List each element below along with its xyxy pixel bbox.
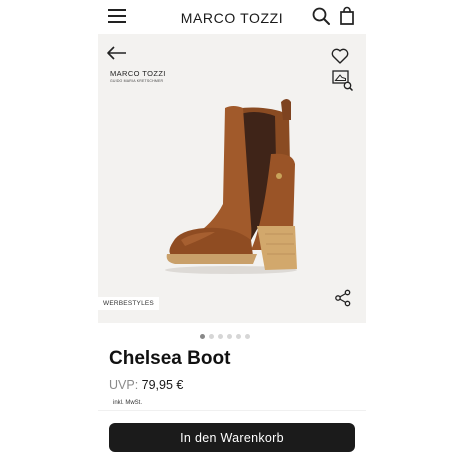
search-icon[interactable] [311, 6, 331, 26]
carousel-dot[interactable] [227, 334, 232, 339]
divider [98, 410, 366, 411]
carousel-dots [200, 334, 250, 340]
logo-main-text: MARCO TOZZI [110, 69, 166, 78]
werbestyles-badge: WERBESTYLES [98, 297, 159, 310]
carousel-dot[interactable] [209, 334, 214, 339]
heart-icon[interactable] [331, 48, 349, 64]
carousel-dot[interactable] [200, 334, 205, 339]
arrow-left-icon[interactable] [106, 45, 128, 61]
shoe-size-search-icon[interactable] [332, 70, 354, 92]
tax-note: inkl. MwSt. [113, 400, 143, 406]
logo-sub-text: GUIDO MARIA KRETSCHMER [110, 79, 164, 83]
uvp-label: UVP: [109, 378, 142, 392]
share-icon[interactable] [334, 289, 352, 307]
product-price: 79,95 € [141, 378, 184, 392]
carousel-dot[interactable] [218, 334, 223, 339]
carousel-dot[interactable] [236, 334, 241, 339]
add-to-cart-button[interactable]: In den Warenkorb [109, 423, 355, 452]
product-image-chelsea-boot [165, 99, 297, 274]
carousel-dot[interactable] [245, 334, 250, 339]
brand-collab-logo: MARCO TOZZI GUIDO MARIA KRETSCHMER [110, 69, 166, 84]
top-header: MARCO TOZZI [98, 0, 366, 34]
shopping-bag-icon[interactable] [337, 6, 357, 26]
product-image-gallery[interactable]: MARCO TOZZI GUIDO MARIA KRETSCHMER WERBE… [98, 34, 366, 323]
product-title: Chelsea Boot [109, 348, 231, 369]
price-row: UVP: 79,95 € [109, 378, 183, 392]
